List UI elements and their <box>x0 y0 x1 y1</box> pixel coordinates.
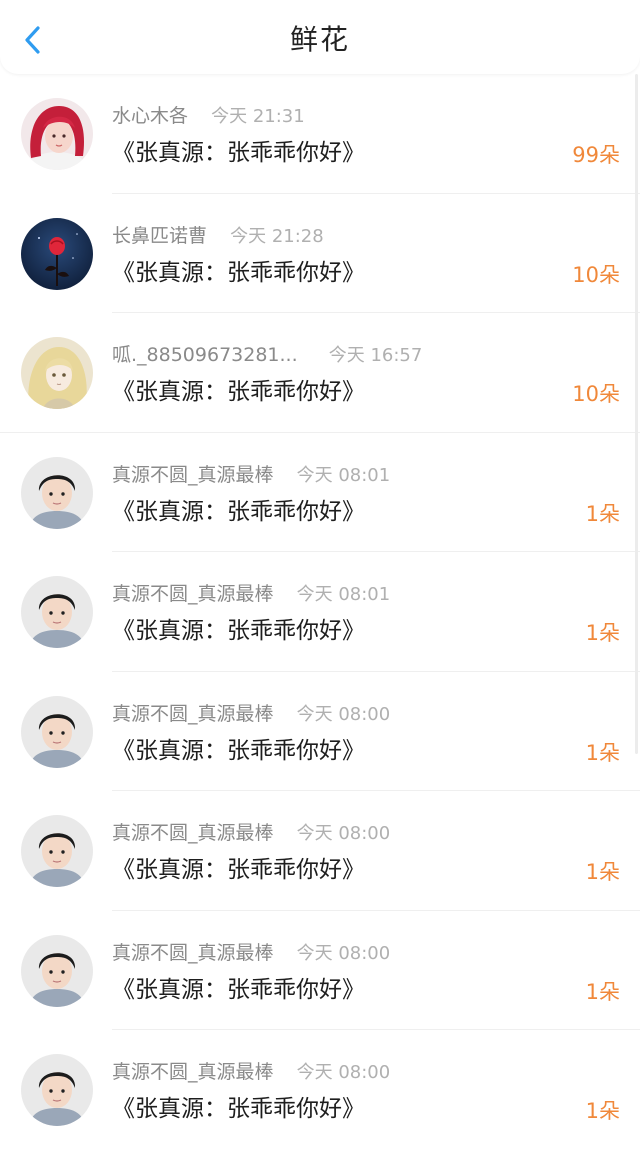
record-meta: 呱._88509673281... 今天 16:57 <box>112 340 422 370</box>
timestamp: 今天 08:00 <box>296 703 391 725</box>
boy-photo-avatar[interactable] <box>21 576 93 648</box>
book-title: 《张真源：张乖乖你好》 <box>112 259 365 286</box>
page-title: 鲜花 <box>289 23 350 56</box>
flower-count: 99朵 <box>572 143 620 167</box>
boy-photo-avatar[interactable] <box>21 695 93 768</box>
book-title: 《张真源：张乖乖你好》 <box>112 976 365 1003</box>
nickname[interactable]: 水心木各 <box>112 105 188 127</box>
book-title: 《张真源：张乖乖你好》 <box>112 140 365 166</box>
flower-count: 1朵 <box>585 979 620 1004</box>
record-meta: 真源不圆_真源最棒 今天 08:00 <box>112 699 390 729</box>
book-title: 《张真源：张乖乖你好》 <box>112 1096 365 1122</box>
list-item[interactable]: 长鼻匹诺曹 今天 21:28 《张真源：张乖乖你好》 10朵 <box>0 194 640 313</box>
list-item[interactable]: 真源不圆_真源最棒 今天 08:01 《张真源：张乖乖你好》 1朵 <box>0 433 640 552</box>
list-item[interactable]: 真源不圆_真源最棒 今天 08:01 《张真源：张乖乖你好》 1朵 <box>0 552 640 672</box>
boy-photo-avatar[interactable] <box>21 815 93 887</box>
boy-photo-avatar[interactable] <box>21 456 93 529</box>
anime-girl-avatar[interactable] <box>21 337 93 409</box>
nickname[interactable]: 呱._88509673281... <box>112 344 298 366</box>
nickname[interactable]: 长鼻匹诺曹 <box>112 225 207 247</box>
record-meta: 真源不圆_真源最棒 今天 08:01 <box>112 460 390 490</box>
boy-photo-avatar[interactable] <box>21 934 93 1007</box>
timestamp: 今天 08:01 <box>296 464 391 486</box>
record-meta: 真源不圆_真源最棒 今天 08:01 <box>112 579 390 609</box>
nickname[interactable]: 真源不圆_真源最棒 <box>112 1061 274 1083</box>
scrollbar[interactable] <box>635 74 638 754</box>
timestamp: 今天 21:31 <box>211 106 305 127</box>
record-meta: 长鼻匹诺曹 今天 21:28 <box>112 221 324 251</box>
record-meta: 真源不圆_真源最棒 今天 08:00 <box>112 1057 390 1087</box>
flower-count: 1朵 <box>585 860 620 884</box>
list-item[interactable]: 真源不圆_真源最棒 今天 08:00 《张真源：张乖乖你好》 1朵 <box>0 791 640 911</box>
list-item[interactable]: 呱._88509673281... 今天 16:57 《张真源：张乖乖你好》 1… <box>0 313 640 433</box>
nickname[interactable]: 真源不圆_真源最棒 <box>112 822 274 844</box>
flower-count: 1朵 <box>585 501 620 526</box>
rose-avatar[interactable] <box>21 217 93 290</box>
top-nav-bar: 鲜花 <box>0 0 640 74</box>
book-title: 《张真源：张乖乖你好》 <box>112 857 365 883</box>
record-meta: 真源不圆_真源最棒 今天 08:00 <box>112 818 390 848</box>
record-meta: 真源不圆_真源最棒 今天 08:00 <box>112 938 390 968</box>
timestamp: 今天 08:00 <box>296 823 391 844</box>
list-item[interactable]: 真源不圆_真源最棒 今天 08:00 《张真源：张乖乖你好》 1朵 <box>0 672 640 791</box>
timestamp: 今天 16:57 <box>328 345 423 366</box>
boy-photo-avatar[interactable] <box>21 1054 93 1126</box>
nickname[interactable]: 真源不圆_真源最棒 <box>112 464 274 486</box>
nickname[interactable]: 真源不圆_真源最棒 <box>112 583 274 605</box>
book-title: 《张真源：张乖乖你好》 <box>112 737 365 764</box>
red-hair-girl-avatar[interactable] <box>21 98 93 170</box>
flower-count: 10朵 <box>572 262 620 287</box>
nickname[interactable]: 真源不圆_真源最棒 <box>112 703 274 725</box>
flower-count: 1朵 <box>585 621 620 645</box>
flower-record-list: 水心木各 今天 21:31 《张真源：张乖乖你好》 99朵 长鼻匹诺曹 今天 2… <box>0 74 640 1150</box>
book-title: 《张真源：张乖乖你好》 <box>112 379 365 405</box>
flower-count: 10朵 <box>572 382 620 406</box>
list-item[interactable]: 真源不圆_真源最棒 今天 08:00 《张真源：张乖乖你好》 1朵 <box>0 911 640 1030</box>
flower-count: 1朵 <box>585 740 620 765</box>
flower-count: 1朵 <box>585 1099 620 1123</box>
record-meta: 水心木各 今天 21:31 <box>112 101 305 131</box>
book-title: 《张真源：张乖乖你好》 <box>112 498 365 525</box>
timestamp: 今天 21:28 <box>230 225 324 247</box>
book-title: 《张真源：张乖乖你好》 <box>112 618 365 644</box>
nickname[interactable]: 真源不圆_真源最棒 <box>112 942 274 964</box>
timestamp: 今天 08:01 <box>296 584 391 605</box>
list-item[interactable]: 水心木各 今天 21:31 《张真源：张乖乖你好》 99朵 <box>0 74 640 194</box>
timestamp: 今天 08:00 <box>296 1062 391 1083</box>
list-item[interactable]: 真源不圆_真源最棒 今天 08:00 《张真源：张乖乖你好》 1朵 <box>0 1030 640 1150</box>
timestamp: 今天 08:00 <box>296 942 391 964</box>
